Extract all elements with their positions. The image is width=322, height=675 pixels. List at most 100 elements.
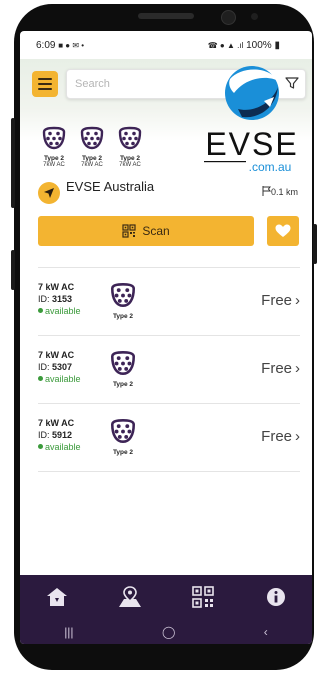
- distance-value: 0.1 km: [270, 187, 298, 197]
- evse-logo: EVSE .com.au: [204, 66, 298, 174]
- charger-id-value: 5307: [52, 362, 73, 372]
- front-camera: [221, 10, 236, 25]
- status-right: ☎ ● ▲ .ıl 100% ▮: [208, 40, 280, 51]
- battery-level: 100%: [246, 40, 272, 51]
- phone-speaker: [138, 13, 194, 19]
- volume-button: [11, 118, 15, 208]
- type2-connector-icon: [80, 126, 104, 150]
- logo-domain: .com.au: [249, 160, 292, 174]
- nav-home[interactable]: [42, 582, 72, 612]
- bottom-navigation: [20, 575, 312, 619]
- connector-badge[interactable]: Type 2 7kW AC: [76, 126, 108, 169]
- charger-row[interactable]: 7 kW AC ID: 3153 available Type 2 Free ›: [38, 267, 300, 335]
- type2-connector-icon: [118, 126, 142, 150]
- chevron-right-icon: ›: [295, 428, 300, 445]
- menu-icon-line: [38, 83, 52, 85]
- chevron-right-icon: ›: [295, 360, 300, 377]
- notification-icons: ■ ● ✉ •: [58, 41, 85, 50]
- status-dot: [38, 308, 43, 313]
- heart-icon: [275, 224, 291, 237]
- flag-icon: [262, 186, 271, 196]
- charger-price: Free: [261, 428, 292, 445]
- site-name: EVSE Australia: [66, 179, 155, 194]
- charger-id: ID: 5307: [38, 362, 72, 372]
- nav-map[interactable]: [115, 582, 145, 612]
- connector-power: 7kW AC: [81, 162, 103, 168]
- nav-scan[interactable]: [188, 582, 218, 612]
- app-screen: 6:09 ■ ● ✉ • ☎ ● ▲ .ıl 100% ▮ Search EVS…: [20, 31, 312, 644]
- menu-button[interactable]: [32, 71, 58, 97]
- search-placeholder: Search: [75, 78, 110, 90]
- site-distance: 0.1 km: [262, 186, 298, 197]
- connector-type: Type 2: [43, 155, 65, 162]
- qr-code-icon: [191, 586, 214, 608]
- charger-connector: Type 2: [106, 418, 140, 456]
- android-navigation-bar: ||| ◯ ‹: [20, 619, 312, 644]
- navigate-button[interactable]: [38, 182, 60, 204]
- connector-power: 7kW AC: [43, 162, 65, 168]
- charger-connector: Type 2: [106, 350, 140, 388]
- menu-icon-line: [38, 88, 52, 90]
- nav-info[interactable]: [261, 582, 291, 612]
- charger-price: Free: [261, 292, 292, 309]
- charger-id-value: 5912: [52, 430, 73, 440]
- charger-connector-type: Type 2: [112, 313, 134, 320]
- logo-brand: EVSE: [205, 126, 298, 162]
- sensor: [251, 13, 258, 20]
- scan-label: Scan: [142, 224, 170, 238]
- charger-power: 7 kW AC: [38, 418, 75, 428]
- charger-status: available: [38, 306, 81, 316]
- map-pin-icon: [118, 586, 141, 607]
- scan-button[interactable]: Scan: [38, 216, 254, 246]
- status-bar: 6:09 ■ ● ✉ • ☎ ● ▲ .ıl 100% ▮: [20, 31, 312, 59]
- charger-row[interactable]: 7 kW AC ID: 5307 available Type 2 Free ›: [38, 335, 300, 403]
- type2-connector-icon: [110, 282, 136, 308]
- charger-connector: Type 2: [106, 282, 140, 320]
- connector-badge[interactable]: Type 2 7kW AC: [38, 126, 70, 169]
- battery-icon: ▮: [274, 40, 280, 51]
- info-icon: [266, 588, 285, 606]
- charger-id: ID: 3153: [38, 294, 72, 304]
- charger-connector-type: Type 2: [112, 381, 134, 388]
- charger-id-label: ID:: [38, 294, 50, 304]
- chevron-right-icon: ›: [295, 292, 300, 309]
- power-button: [313, 224, 317, 264]
- charger-list: 7 kW AC ID: 3153 available Type 2 Free ›…: [38, 267, 300, 472]
- back-icon[interactable]: ‹: [264, 625, 268, 639]
- connector-summary: Type 2 7kW AC Type 2 7kW AC Type 2 7kW A…: [38, 126, 146, 169]
- qr-icon: [122, 224, 136, 238]
- charger-id: ID: 5912: [38, 430, 72, 440]
- connector-type: Type 2: [81, 155, 103, 162]
- home-icon: [46, 588, 67, 606]
- charger-id-value: 3153: [52, 294, 73, 304]
- charger-connector-type: Type 2: [112, 449, 134, 456]
- charger-status: available: [38, 442, 81, 452]
- navigate-icon: [44, 188, 54, 198]
- connector-badge[interactable]: Type 2 7kW AC: [114, 126, 146, 169]
- charger-power: 7 kW AC: [38, 350, 75, 360]
- charger-power: 7 kW AC: [38, 282, 75, 292]
- charger-status-text: available: [45, 306, 81, 316]
- bixby-button: [11, 250, 15, 290]
- charger-id-label: ID:: [38, 362, 50, 372]
- charger-row[interactable]: 7 kW AC ID: 5912 available Type 2 Free ›: [38, 403, 300, 472]
- type2-connector-icon: [110, 418, 136, 444]
- type2-connector-icon: [110, 350, 136, 376]
- status-dot: [38, 444, 43, 449]
- menu-icon: [38, 78, 52, 80]
- recent-apps-icon[interactable]: |||: [64, 625, 73, 639]
- status-time: 6:09: [36, 40, 56, 51]
- status-dot: [38, 376, 43, 381]
- charger-status-text: available: [45, 374, 81, 384]
- charger-status-text: available: [45, 442, 81, 452]
- charger-id-label: ID:: [38, 430, 50, 440]
- signal-icons: ☎ ● ▲ .ıl: [207, 41, 244, 50]
- charger-status: available: [38, 374, 81, 384]
- favorite-button[interactable]: [267, 216, 299, 246]
- home-circle-icon[interactable]: ◯: [162, 625, 175, 639]
- status-left: 6:09 ■ ● ✉ •: [36, 40, 84, 51]
- connector-type: Type 2: [119, 155, 141, 162]
- connector-power: 7kW AC: [119, 162, 141, 168]
- charger-price: Free: [261, 360, 292, 377]
- type2-connector-icon: [42, 126, 66, 150]
